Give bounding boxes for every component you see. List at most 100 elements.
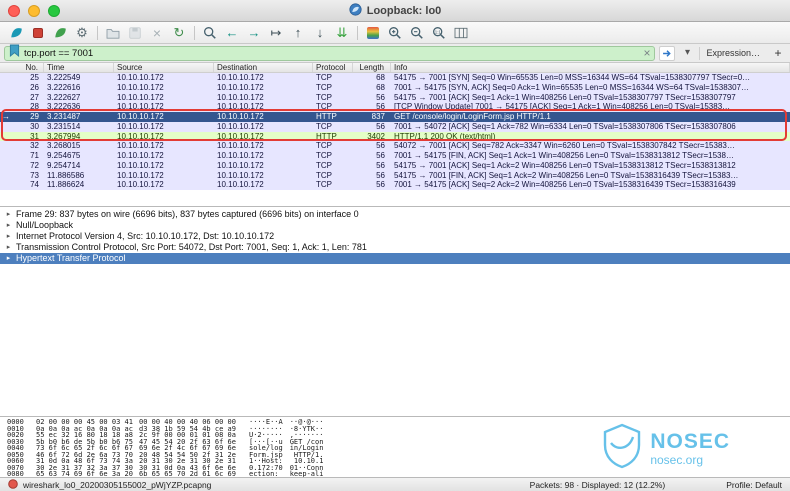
table-row[interactable]: 31 3.267994 10.10.10.172 10.10.10.172 HTTP 34…	[0, 131, 790, 142]
cell-no: 30	[30, 121, 39, 131]
profile-selector[interactable]: Profile: Default	[726, 480, 782, 490]
column-header-source[interactable]: Source	[114, 63, 214, 72]
cell-protocol: TCP	[316, 180, 332, 190]
packet-bytes-pane: 0000 02 00 00 00 45 00 03 41 00 00 40 00 4…	[0, 416, 790, 478]
table-row[interactable]: 32 3.268015 10.10.10.172 10.10.10.172 TCP 56 5…	[0, 141, 790, 151]
close-file-icon: ×	[152, 24, 162, 41]
table-row[interactable]: 25 3.222549 10.10.10.172 10.10.10.172 TCP 68 5…	[0, 73, 790, 83]
expand-arrow-icon[interactable]: ▸	[5, 209, 12, 220]
detail-text: Frame 29: 837 bytes on wire (6696 bits),…	[16, 209, 359, 219]
stop-capture-button[interactable]	[27, 24, 49, 42]
cell-length: 56	[376, 170, 385, 180]
cell-source: 10.10.10.172	[117, 82, 164, 92]
expand-arrow-icon[interactable]: ▸	[5, 253, 12, 264]
go-back-button[interactable]: ←	[221, 24, 243, 42]
column-header-length[interactable]: Length	[353, 63, 391, 72]
toolbar-separator	[194, 25, 195, 40]
apply-filter-button[interactable]	[659, 45, 676, 61]
detail-row[interactable]: ▸ Frame 29: 837 bytes on wire (6696 bits)…	[0, 209, 790, 220]
toolbar-separator	[357, 25, 358, 40]
go-to-packet-button[interactable]: ↦	[265, 24, 287, 42]
cell-no: 74	[30, 180, 39, 190]
status-bar: wireshark_lo0_20200305155002_pWjYZP.pcap…	[0, 477, 790, 491]
save-file-icon	[129, 26, 141, 39]
reload-button[interactable]: ↻	[168, 24, 190, 42]
packet-details-pane: ▸ Frame 29: 837 bytes on wire (6696 bits)…	[0, 206, 790, 416]
table-row[interactable]: 26 3.222616 10.10.10.172 10.10.10.172 TCP 68 7…	[0, 82, 790, 93]
cell-time: 3.231514	[47, 121, 81, 131]
auto-scroll-icon: ⇊	[336, 25, 348, 40]
cell-info: 54175 → 7001 [FIN, ACK] Seq=1 Ack=2 Win=…	[394, 170, 739, 180]
table-row[interactable]: 29 3.231487 10.10.10.172 10.10.10.172 HTTP 83…	[0, 112, 790, 122]
cell-protocol: TCP	[316, 82, 332, 92]
cell-time: 9.254714	[47, 160, 81, 170]
cell-info: 54072 → 7001 [ACK] Seq=782 Ack=3347 Win=…	[394, 141, 735, 151]
close-window-button[interactable]	[8, 5, 20, 17]
find-packet-button[interactable]	[199, 24, 221, 42]
start-capture-button[interactable]	[5, 24, 27, 42]
capture-options-button[interactable]: ⚙	[71, 24, 93, 42]
cell-length: 56	[376, 92, 385, 102]
cell-time: 3.222627	[47, 92, 81, 102]
save-file-button[interactable]	[124, 24, 146, 42]
close-file-button[interactable]: ×	[146, 24, 168, 42]
cell-source: 10.10.10.172	[117, 141, 164, 151]
filter-dropdown-icon[interactable]: ▾	[679, 46, 695, 61]
table-row[interactable]: 71 9.254675 10.10.10.172 10.10.10.172 TCP 56 7…	[0, 151, 790, 161]
cell-info: 7001 → 54072 [ACK] Seq=1 Ack=782 Win=633…	[394, 121, 736, 131]
display-filter-input[interactable]	[24, 47, 640, 59]
zoom-window-button[interactable]	[48, 5, 60, 17]
table-row[interactable]: 74 11.886624 10.10.10.172 10.10.10.172 TCP 56…	[0, 180, 790, 190]
zoom-original-button[interactable]: 1:1	[428, 24, 450, 42]
zoom-out-button[interactable]	[406, 24, 428, 42]
cell-no: 73	[30, 170, 39, 180]
column-header-protocol[interactable]: Protocol	[313, 63, 353, 72]
column-header-no[interactable]: No.	[0, 63, 44, 72]
cell-destination: 10.10.10.172	[217, 112, 264, 121]
restart-capture-icon	[53, 26, 68, 40]
open-file-button[interactable]	[102, 24, 124, 42]
table-row[interactable]: 28 3.222636 10.10.10.172 10.10.10.172 TCP 56 […	[0, 102, 790, 112]
add-filter-button[interactable]: +	[770, 46, 786, 60]
detail-row[interactable]: ▸ Transmission Control Protocol, Src Port…	[0, 242, 790, 253]
expand-arrow-icon[interactable]: ▸	[5, 231, 12, 242]
detail-row[interactable]: ▸ Internet Protocol Version 4, Src: 10.10…	[0, 231, 790, 242]
column-header-info[interactable]: Info	[391, 63, 790, 72]
table-row[interactable]: 30 3.231514 10.10.10.172 10.10.10.172 TCP 56 7…	[0, 121, 790, 132]
cell-length: 68	[376, 73, 385, 82]
colorize-button[interactable]	[362, 24, 384, 42]
cell-length: 837	[371, 112, 385, 121]
go-last-button[interactable]: ↓	[309, 24, 331, 42]
column-header-destination[interactable]: Destination	[214, 63, 313, 72]
expression-button[interactable]: Expression…	[699, 46, 766, 60]
table-row[interactable]: 72 9.254714 10.10.10.172 10.10.10.172 TCP 56 5…	[0, 160, 790, 171]
cell-destination: 10.10.10.172	[217, 151, 264, 160]
cell-time: 3.222636	[47, 102, 81, 112]
go-first-button[interactable]: ↑	[287, 24, 309, 42]
zoom-in-button[interactable]	[384, 24, 406, 42]
cell-protocol: TCP	[316, 160, 332, 170]
display-filter-field[interactable]: ×	[4, 44, 656, 62]
filter-clear-icon[interactable]: ×	[643, 44, 650, 62]
expand-arrow-icon[interactable]: ▸	[5, 242, 12, 253]
expert-info-icon[interactable]	[8, 478, 18, 491]
minimize-window-button[interactable]	[28, 5, 40, 17]
expand-arrow-icon[interactable]: ▸	[5, 220, 12, 231]
detail-row[interactable]: ▸ Null/Loopback	[0, 220, 790, 231]
table-row[interactable]: 27 3.222627 10.10.10.172 10.10.10.172 TCP 56 5…	[0, 92, 790, 103]
toolbar-separator	[97, 25, 98, 40]
find-packet-icon	[203, 26, 217, 40]
cell-info: 7001 → 54175 [SYN, ACK] Seq=0 Ack=1 Win=…	[394, 82, 749, 92]
column-header-time[interactable]: Time	[44, 63, 114, 72]
go-forward-button[interactable]: →	[243, 24, 265, 42]
auto-scroll-button[interactable]: ⇊	[331, 24, 353, 42]
table-row[interactable]: 73 11.886586 10.10.10.172 10.10.10.172 TCP 56…	[0, 170, 790, 181]
restart-capture-button[interactable]	[49, 24, 71, 42]
resize-columns-button[interactable]	[450, 24, 472, 42]
filter-bookmark-icon[interactable]	[9, 44, 20, 62]
cell-length: 68	[376, 82, 385, 92]
detail-row[interactable]: ▸ Hypertext Transfer Protocol	[0, 253, 790, 264]
window-title: Loopback: lo0	[366, 4, 442, 17]
cell-source: 10.10.10.172	[117, 160, 164, 170]
cell-protocol: TCP	[316, 141, 332, 151]
